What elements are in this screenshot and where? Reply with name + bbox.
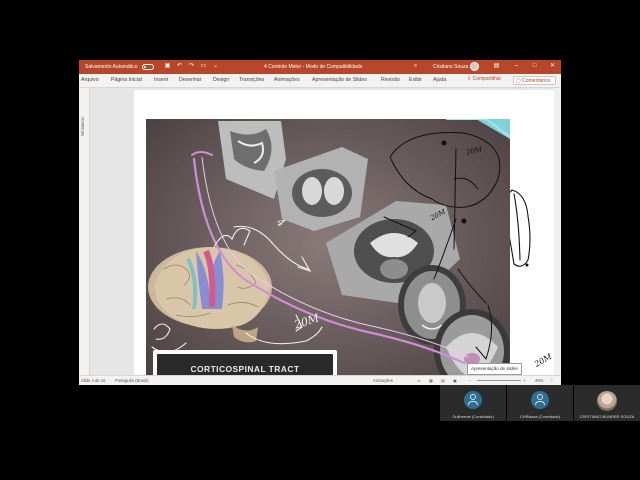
zoom-out-icon[interactable]: − <box>469 378 471 383</box>
undo-icon[interactable]: ↶ <box>176 63 183 70</box>
customize-qat-icon[interactable]: ⌄ <box>212 63 219 70</box>
tab-apresentacao[interactable]: Apresentação de Slides <box>312 77 367 83</box>
notes-button[interactable]: Anotações <box>373 378 393 383</box>
vertical-scrollbar[interactable] <box>554 88 561 375</box>
autosave-toggle[interactable] <box>142 64 154 70</box>
participant-photo <box>597 391 617 411</box>
slide-sorter-icon[interactable]: ▦ <box>429 378 433 383</box>
participant-tile[interactable]: CHRlsara (Convidado) <box>507 385 573 421</box>
tab-inserir[interactable]: Inserir <box>154 77 168 83</box>
status-bar: Slide 4 de 15 Português (Brasil) Anotaçõ… <box>79 375 561 385</box>
tab-exibir[interactable]: Exibir <box>409 77 422 83</box>
slide-editor-area: 4 20M 20M 20M CORTICOSPINAL TRACT 20M <box>90 88 561 385</box>
redo-icon[interactable]: ↷ <box>188 63 195 70</box>
minimize-icon[interactable]: – <box>513 63 520 70</box>
autosave-label: Salvamento Automático <box>85 64 138 70</box>
slide-illustration: 4 <box>146 119 510 385</box>
language-status[interactable]: Português (Brasil) <box>115 378 149 383</box>
current-slide[interactable]: 4 20M 20M 20M CORTICOSPINAL TRACT <box>146 119 510 385</box>
tooltip: Apresentação de slides <box>467 363 522 375</box>
present-icon[interactable]: ▭ <box>200 63 207 70</box>
tab-transicoes[interactable]: Transições <box>239 77 264 83</box>
share-label: Compartilhar <box>472 76 502 82</box>
comments-button[interactable]: ▢ Comentários <box>513 76 556 85</box>
fit-slide-icon[interactable]: ⛶ <box>551 378 554 383</box>
participant-tile[interactable]: Guilherme (Convidado) <box>440 385 506 421</box>
powerpoint-window: Salvamento Automático ▣ ↶ ↷ ▭ ⌄ 4 Contro… <box>79 60 561 385</box>
slide-counter: Slide 4 de 15 <box>81 378 106 383</box>
zoom-level[interactable]: 49% <box>535 378 543 383</box>
ribbon-tabs: Arquivo Página Inicial Inserir Desenhar … <box>79 74 561 88</box>
user-icon <box>464 391 482 409</box>
avatar[interactable] <box>470 62 479 71</box>
normal-view-icon[interactable]: ▭ <box>417 378 421 383</box>
reading-view-icon[interactable]: ▤ <box>441 378 445 383</box>
user-name[interactable]: Cristiano Souza <box>433 64 468 70</box>
thumbnail-pane: › Miniaturas <box>79 88 90 375</box>
comments-label: Comentários <box>522 78 551 84</box>
participant-name: Guilherme (Convidado) <box>452 414 494 419</box>
participant-tile[interactable]: CRISTIANO BUNDER SOUZA <box>574 385 640 421</box>
slideshow-view-icon[interactable]: ▣ <box>453 378 457 383</box>
close-icon[interactable]: ✕ <box>549 63 556 70</box>
share-button[interactable]: ⇪ Compartilhar <box>467 76 501 85</box>
tab-pagina-inicial[interactable]: Página Inicial <box>111 77 142 83</box>
tab-revisao[interactable]: Revisão <box>381 77 400 83</box>
tab-arquivo[interactable]: Arquivo <box>81 77 99 83</box>
maximize-icon[interactable]: □ <box>531 63 538 70</box>
tab-ajuda[interactable]: Ajuda <box>433 77 446 83</box>
search-icon[interactable]: ⌕ <box>412 63 419 70</box>
participant-name: CRISTIANO BUNDER SOUZA <box>579 414 635 419</box>
ribbon-display-icon[interactable]: ▤ <box>493 63 500 70</box>
zoom-slider[interactable] <box>477 380 521 381</box>
save-icon[interactable]: ▣ <box>164 63 171 70</box>
participant-name: CHRlsara (Convidado) <box>519 414 561 419</box>
tab-design[interactable]: Design <box>213 77 229 83</box>
tab-animacoes[interactable]: Animações <box>274 77 300 83</box>
tab-desenhar[interactable]: Desenhar <box>179 77 202 83</box>
title-bar: Salvamento Automático ▣ ↶ ↷ ▭ ⌄ 4 Contro… <box>79 60 561 74</box>
thumbnails-label[interactable]: Miniaturas <box>80 117 85 136</box>
zoom-in-icon[interactable]: + <box>523 378 525 383</box>
document-title[interactable]: 4 Controle Motor - Modo de Compatibilida… <box>264 64 362 70</box>
user-icon <box>531 391 549 409</box>
